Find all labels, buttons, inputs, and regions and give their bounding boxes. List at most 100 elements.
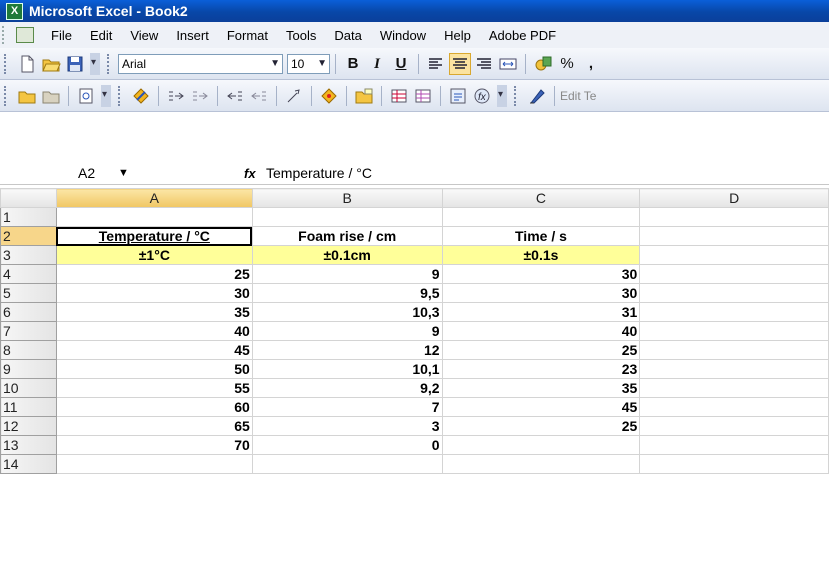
row-header[interactable]: 3 — [0, 245, 57, 265]
cell-d[interactable] — [639, 264, 829, 284]
cell-d[interactable] — [639, 302, 829, 322]
menu-window[interactable]: Window — [371, 28, 435, 43]
cell-time[interactable]: 31 — [441, 302, 641, 322]
cell-foam-rise[interactable]: 10,3 — [251, 302, 443, 322]
menu-view[interactable]: View — [121, 28, 167, 43]
cell-temperature[interactable]: 70 — [55, 435, 253, 455]
chevron-down-icon[interactable]: ▼ — [118, 163, 129, 183]
cell-temperature[interactable]: 65 — [55, 416, 253, 436]
cell-a14[interactable] — [55, 454, 253, 474]
underline-button[interactable]: U — [391, 54, 411, 74]
cell-foam-rise[interactable]: 9,5 — [251, 283, 443, 303]
row-header[interactable]: 7 — [0, 321, 57, 341]
toolbar-grip[interactable] — [118, 85, 124, 106]
evaluate-formula-icon[interactable]: fx — [472, 86, 492, 106]
row-header[interactable]: 1 — [0, 207, 57, 227]
cell-b14[interactable] — [251, 454, 443, 474]
chevron-down-icon[interactable]: ▼ — [270, 55, 280, 73]
toolbar-grip[interactable] — [4, 53, 10, 74]
cell-time[interactable]: 40 — [441, 321, 641, 341]
cell-d1[interactable] — [639, 207, 829, 227]
trace-dependents-icon[interactable] — [225, 86, 245, 106]
cell-foam-rise[interactable]: 12 — [251, 340, 443, 360]
folder-icon[interactable] — [17, 86, 37, 106]
row-header[interactable]: 10 — [0, 378, 57, 398]
cell-foam-rise[interactable]: 0 — [251, 435, 443, 455]
remove-precedent-arrows-icon[interactable] — [190, 86, 210, 106]
name-box[interactable]: A2 ▼ — [0, 163, 150, 183]
cell-d[interactable] — [639, 416, 829, 436]
toolbar-options-chevron-icon[interactable] — [101, 84, 111, 107]
menu-data[interactable]: Data — [325, 28, 370, 43]
save-icon[interactable] — [65, 54, 85, 74]
toolbar-options-chevron-icon[interactable] — [497, 84, 507, 107]
cell-a3[interactable]: ±1°C — [55, 245, 253, 265]
menu-edit[interactable]: Edit — [81, 28, 121, 43]
edit-text-button[interactable]: Edit Te — [560, 89, 596, 103]
toolbar-grip[interactable] — [107, 53, 113, 74]
cell-temperature[interactable]: 35 — [55, 302, 253, 322]
cell-time[interactable]: 45 — [441, 397, 641, 417]
cell-d2[interactable] — [639, 226, 829, 246]
open-folder-icon[interactable] — [41, 54, 61, 74]
row-header[interactable]: 2 — [0, 226, 57, 246]
cell-foam-rise[interactable]: 7 — [251, 397, 443, 417]
share-workbook-icon[interactable] — [76, 86, 96, 106]
cell-d[interactable] — [639, 435, 829, 455]
cell-a2[interactable]: Temperature / °C — [55, 226, 253, 246]
menu-format[interactable]: Format — [218, 28, 277, 43]
column-header-d[interactable]: D — [639, 188, 829, 208]
new-comment-icon[interactable] — [354, 86, 374, 106]
cell-d[interactable] — [639, 321, 829, 341]
toolbar-grip[interactable] — [514, 85, 520, 106]
cell-b1[interactable] — [251, 207, 443, 227]
cell-b3[interactable]: ±0.1cm — [251, 245, 443, 265]
cell-c2[interactable]: Time / s — [441, 226, 641, 246]
percent-style-button[interactable]: % — [557, 54, 577, 74]
circle-invalid-data-icon[interactable] — [389, 86, 409, 106]
align-left-icon[interactable] — [426, 54, 446, 74]
toolbar-options-chevron-icon[interactable] — [90, 52, 100, 75]
cell-temperature[interactable]: 50 — [55, 359, 253, 379]
new-document-icon[interactable] — [17, 54, 37, 74]
show-watch-window-icon[interactable] — [448, 86, 468, 106]
currency-icon[interactable] — [533, 54, 553, 74]
formula-input[interactable]: Temperature / °C — [266, 165, 372, 181]
cell-foam-rise[interactable]: 9 — [251, 264, 443, 284]
cell-c3[interactable]: ±0.1s — [441, 245, 641, 265]
cell-foam-rise[interactable]: 3 — [251, 416, 443, 436]
insert-function-icon[interactable]: fx — [244, 166, 266, 181]
remove-dependent-arrows-icon[interactable] — [249, 86, 269, 106]
row-header[interactable]: 5 — [0, 283, 57, 303]
bold-button[interactable]: B — [343, 54, 363, 74]
cell-temperature[interactable]: 40 — [55, 321, 253, 341]
remove-all-arrows-icon[interactable] — [284, 86, 304, 106]
cell-foam-rise[interactable]: 10,1 — [251, 359, 443, 379]
clear-validation-circles-icon[interactable] — [413, 86, 433, 106]
cell-foam-rise[interactable]: 9 — [251, 321, 443, 341]
menu-file[interactable]: File — [42, 28, 81, 43]
column-header-a[interactable]: A — [55, 188, 253, 208]
cell-a1[interactable] — [55, 207, 253, 227]
cell-d[interactable] — [639, 378, 829, 398]
folder-gray-icon[interactable] — [41, 86, 61, 106]
cell-time[interactable]: 35 — [441, 378, 641, 398]
row-header[interactable]: 9 — [0, 359, 57, 379]
row-header[interactable]: 12 — [0, 416, 57, 436]
cell-temperature[interactable]: 45 — [55, 340, 253, 360]
italic-button[interactable]: I — [367, 54, 387, 74]
cell-time[interactable]: 30 — [441, 283, 641, 303]
edit-text-icon[interactable] — [527, 86, 547, 106]
document-icon[interactable] — [16, 27, 34, 43]
cell-temperature[interactable]: 55 — [55, 378, 253, 398]
cell-temperature[interactable]: 60 — [55, 397, 253, 417]
select-all-corner[interactable] — [0, 188, 57, 208]
font-name-select[interactable]: Arial ▼ — [118, 53, 283, 74]
comma-style-button[interactable]: , — [581, 54, 601, 74]
row-header[interactable]: 4 — [0, 264, 57, 284]
menu-adobe-pdf[interactable]: Adobe PDF — [480, 28, 565, 43]
toolbar-grip[interactable] — [4, 85, 10, 106]
row-header[interactable]: 11 — [0, 397, 57, 417]
cell-time[interactable] — [441, 435, 641, 455]
cell-d[interactable] — [639, 340, 829, 360]
